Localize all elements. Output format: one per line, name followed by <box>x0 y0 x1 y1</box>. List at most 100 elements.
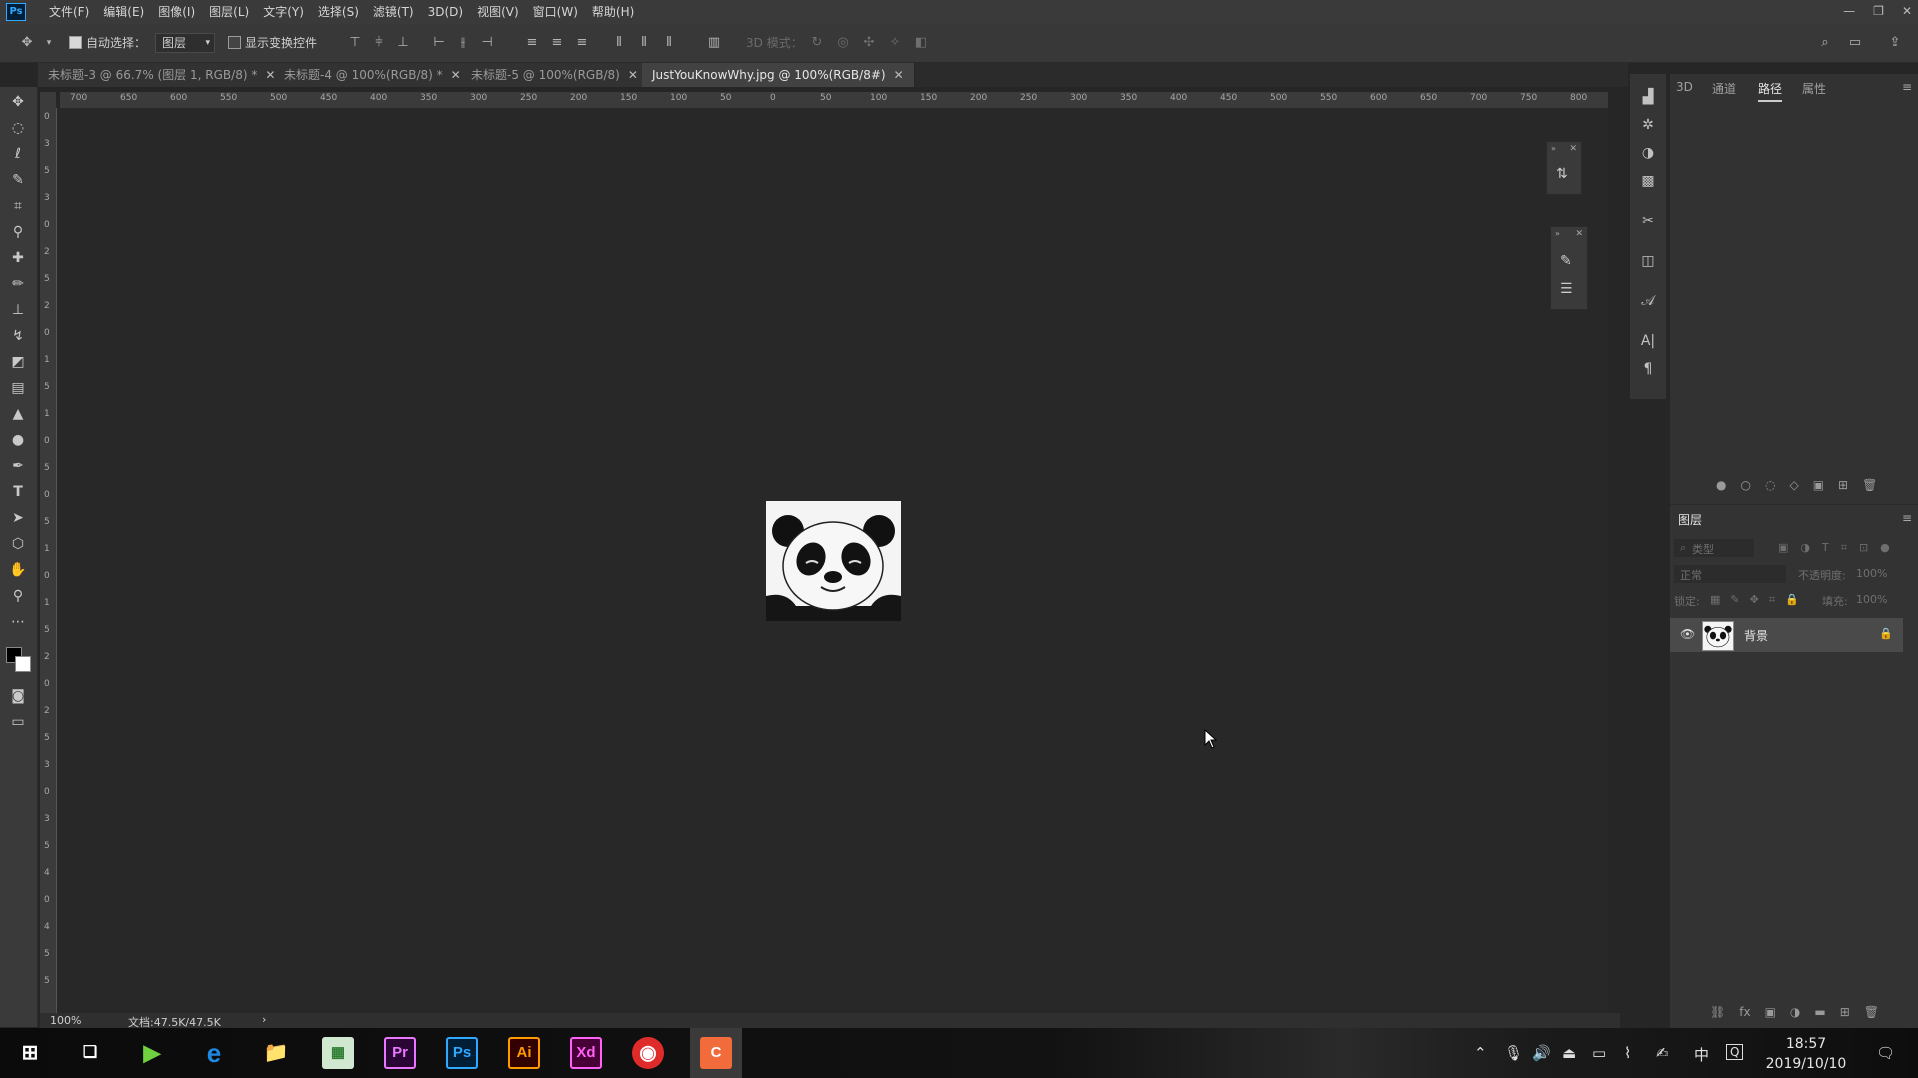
menu-view[interactable]: 视图(V) <box>470 0 526 24</box>
tab-untitled-3[interactable]: 未标题-3 @ 66.7% (图层 1, RGB/8) * ✕ <box>38 63 287 87</box>
eraser-tool-icon[interactable]: ◩ <box>9 353 27 371</box>
close-icon[interactable]: ✕ <box>1575 229 1583 239</box>
document-image[interactable] <box>766 501 901 621</box>
3d-orbit-icon[interactable]: ↻ <box>810 36 824 50</box>
screen-mode-icon[interactable]: ▭ <box>9 713 27 731</box>
dodge-tool-icon[interactable]: ● <box>9 431 27 449</box>
close-icon[interactable]: ✕ <box>628 68 638 82</box>
expand-icon[interactable]: » <box>1555 229 1560 238</box>
type-tool-icon[interactable]: T <box>9 483 27 501</box>
link-layers-icon[interactable]: ⛓ <box>1710 1005 1725 1019</box>
tab-paths[interactable]: 路径 <box>1758 80 1783 102</box>
history-panel-icon[interactable]: ⇅ <box>1556 166 1568 182</box>
filter-type-icon[interactable]: T <box>1822 541 1829 555</box>
pen-icon[interactable]: ✍ <box>1656 1044 1669 1062</box>
menu-file[interactable]: 文件(F) <box>42 0 96 24</box>
close-button[interactable]: ✕ <box>1902 0 1912 24</box>
layer-row[interactable]: 👁 背景 🔒 <box>1670 618 1903 652</box>
healing-tool-icon[interactable]: ✚ <box>9 249 27 267</box>
make-path-icon[interactable]: ◇ <box>1789 478 1798 492</box>
edge-icon[interactable]: e <box>198 1037 230 1069</box>
quick-mask-icon[interactable]: ◙ <box>9 687 27 705</box>
menu-edit[interactable]: 编辑(E) <box>96 0 151 24</box>
histogram-icon[interactable]: ▟ <box>1639 88 1657 106</box>
minimize-button[interactable]: — <box>1843 0 1855 24</box>
qq-icon[interactable]: Q <box>1726 1044 1744 1060</box>
distribute-left-icon[interactable]: ⦀ <box>612 36 626 50</box>
stroke-path-icon[interactable]: ○ <box>1740 478 1750 492</box>
quick-select-tool-icon[interactable]: ✎ <box>9 171 27 189</box>
fill-value[interactable]: 100% <box>1856 593 1887 606</box>
share-icon[interactable]: ⇪ <box>1888 36 1902 50</box>
checkbox-unchecked-icon[interactable] <box>228 36 241 49</box>
tab-untitled-5[interactable]: 未标题-5 @ 100%(RGB/8) ✕ <box>461 63 649 87</box>
brush-tool-icon[interactable]: ✏ <box>9 275 27 293</box>
add-mask-icon[interactable]: ▣ <box>1765 1005 1776 1019</box>
blur-tool-icon[interactable]: ▲ <box>9 405 27 423</box>
swatches-icon[interactable]: ▩ <box>1639 172 1657 190</box>
search-icon[interactable]: ⌕ <box>1818 36 1832 50</box>
status-menu-arrow[interactable]: › <box>262 1013 266 1026</box>
menu-layer[interactable]: 图层(L) <box>202 0 256 24</box>
align-right-icon[interactable]: ⊣ <box>480 36 494 50</box>
photoshop-logo-icon[interactable]: Ps <box>6 3 26 21</box>
zoom-level[interactable]: 100% <box>50 1014 81 1027</box>
delete-icon[interactable]: 🗑 <box>1862 478 1877 492</box>
move-tool-icon[interactable]: ✥ <box>9 93 27 111</box>
lock-transparent-icon[interactable]: ▦ <box>1710 593 1720 607</box>
filter-pixel-icon[interactable]: ▣ <box>1778 541 1788 555</box>
menu-window[interactable]: 窗口(W) <box>526 0 585 24</box>
adjustment-layer-icon[interactable]: ◑ <box>1790 1005 1800 1019</box>
align-top-icon[interactable]: ⊤ <box>348 36 362 50</box>
3d-roll-icon[interactable]: ◎ <box>836 36 850 50</box>
group-icon[interactable]: ▬ <box>1814 1005 1825 1019</box>
3d-camera-icon[interactable]: ◧ <box>914 36 928 50</box>
eyedropper-tool-icon[interactable]: ⚲ <box>9 223 27 241</box>
maps-icon[interactable]: ▦ <box>322 1037 354 1069</box>
tab-properties[interactable]: 属性 <box>1802 80 1826 97</box>
add-mask-icon[interactable]: ▣ <box>1813 478 1824 492</box>
show-transform-checkbox[interactable]: 显示变换控件 <box>228 34 317 51</box>
panel-menu-icon[interactable]: ≡ <box>1902 80 1912 94</box>
vertical-ruler[interactable]: 035302520151050510152025303540455 <box>40 108 57 1013</box>
pen-tool-icon[interactable]: ✒ <box>9 457 27 475</box>
menu-image[interactable]: 图像(I) <box>151 0 202 24</box>
path-select-tool-icon[interactable]: ➤ <box>9 509 27 527</box>
delete-icon[interactable]: 🗑 <box>1864 1005 1879 1019</box>
auto-select-checkbox[interactable]: 自动选择： <box>69 34 146 51</box>
lock-image-icon[interactable]: ✎ <box>1730 593 1739 607</box>
tab-untitled-4[interactable]: 未标题-4 @ 100%(RGB/8) * ✕ <box>274 63 472 87</box>
media-player-icon[interactable]: ▶ <box>136 1037 168 1069</box>
layers-title[interactable]: 图层 <box>1678 511 1702 528</box>
menu-type[interactable]: 文字(Y) <box>256 0 311 24</box>
blend-mode-dropdown[interactable]: 正常 <box>1674 565 1786 583</box>
distribute-vcenter-icon[interactable]: ≡ <box>550 36 564 50</box>
premiere-icon[interactable]: Pr <box>384 1037 416 1069</box>
expand-icon[interactable]: » <box>1551 144 1556 153</box>
menu-help[interactable]: 帮助(H) <box>585 0 641 24</box>
tools-preset-icon[interactable]: ✂ <box>1639 212 1657 230</box>
eye-icon[interactable]: 👁 <box>1680 627 1695 641</box>
tab-3d[interactable]: 3D <box>1676 80 1693 94</box>
fill-path-icon[interactable]: ● <box>1716 478 1726 492</box>
netease-music-icon[interactable]: ◉ <box>632 1037 664 1069</box>
lock-all-icon[interactable]: 🔒 <box>1785 593 1799 607</box>
workspace-icon[interactable]: ▭ <box>1848 36 1862 50</box>
ime-indicator[interactable]: 中 <box>1694 1044 1709 1065</box>
close-icon[interactable]: ✕ <box>451 68 461 82</box>
menu-3d[interactable]: 3D(D) <box>421 0 470 24</box>
new-layer-icon[interactable]: ⊞ <box>1840 1005 1850 1019</box>
clock[interactable]: 18:57 2019/10/10 <box>1761 1034 1851 1074</box>
distribute-hcenter-icon[interactable]: ⦀ <box>637 36 651 50</box>
distribute-bottom-icon[interactable]: ≡ <box>575 36 589 50</box>
usb-icon[interactable]: ⏏ <box>1562 1044 1576 1062</box>
hand-tool-icon[interactable]: ✋ <box>9 561 27 579</box>
ruler-origin[interactable] <box>40 92 56 108</box>
background-color-swatch[interactable] <box>15 656 31 672</box>
panel-menu-icon[interactable]: ≡ <box>1902 511 1912 525</box>
filter-toggle-icon[interactable]: ● <box>1880 541 1890 555</box>
align-vcenter-icon[interactable]: ⫩ <box>372 36 386 50</box>
lock-artboard-icon[interactable]: ⌗ <box>1769 593 1775 607</box>
windows-start-icon[interactable]: ⊞ <box>14 1037 46 1069</box>
align-hcenter-icon[interactable]: ⫲ <box>456 36 470 50</box>
